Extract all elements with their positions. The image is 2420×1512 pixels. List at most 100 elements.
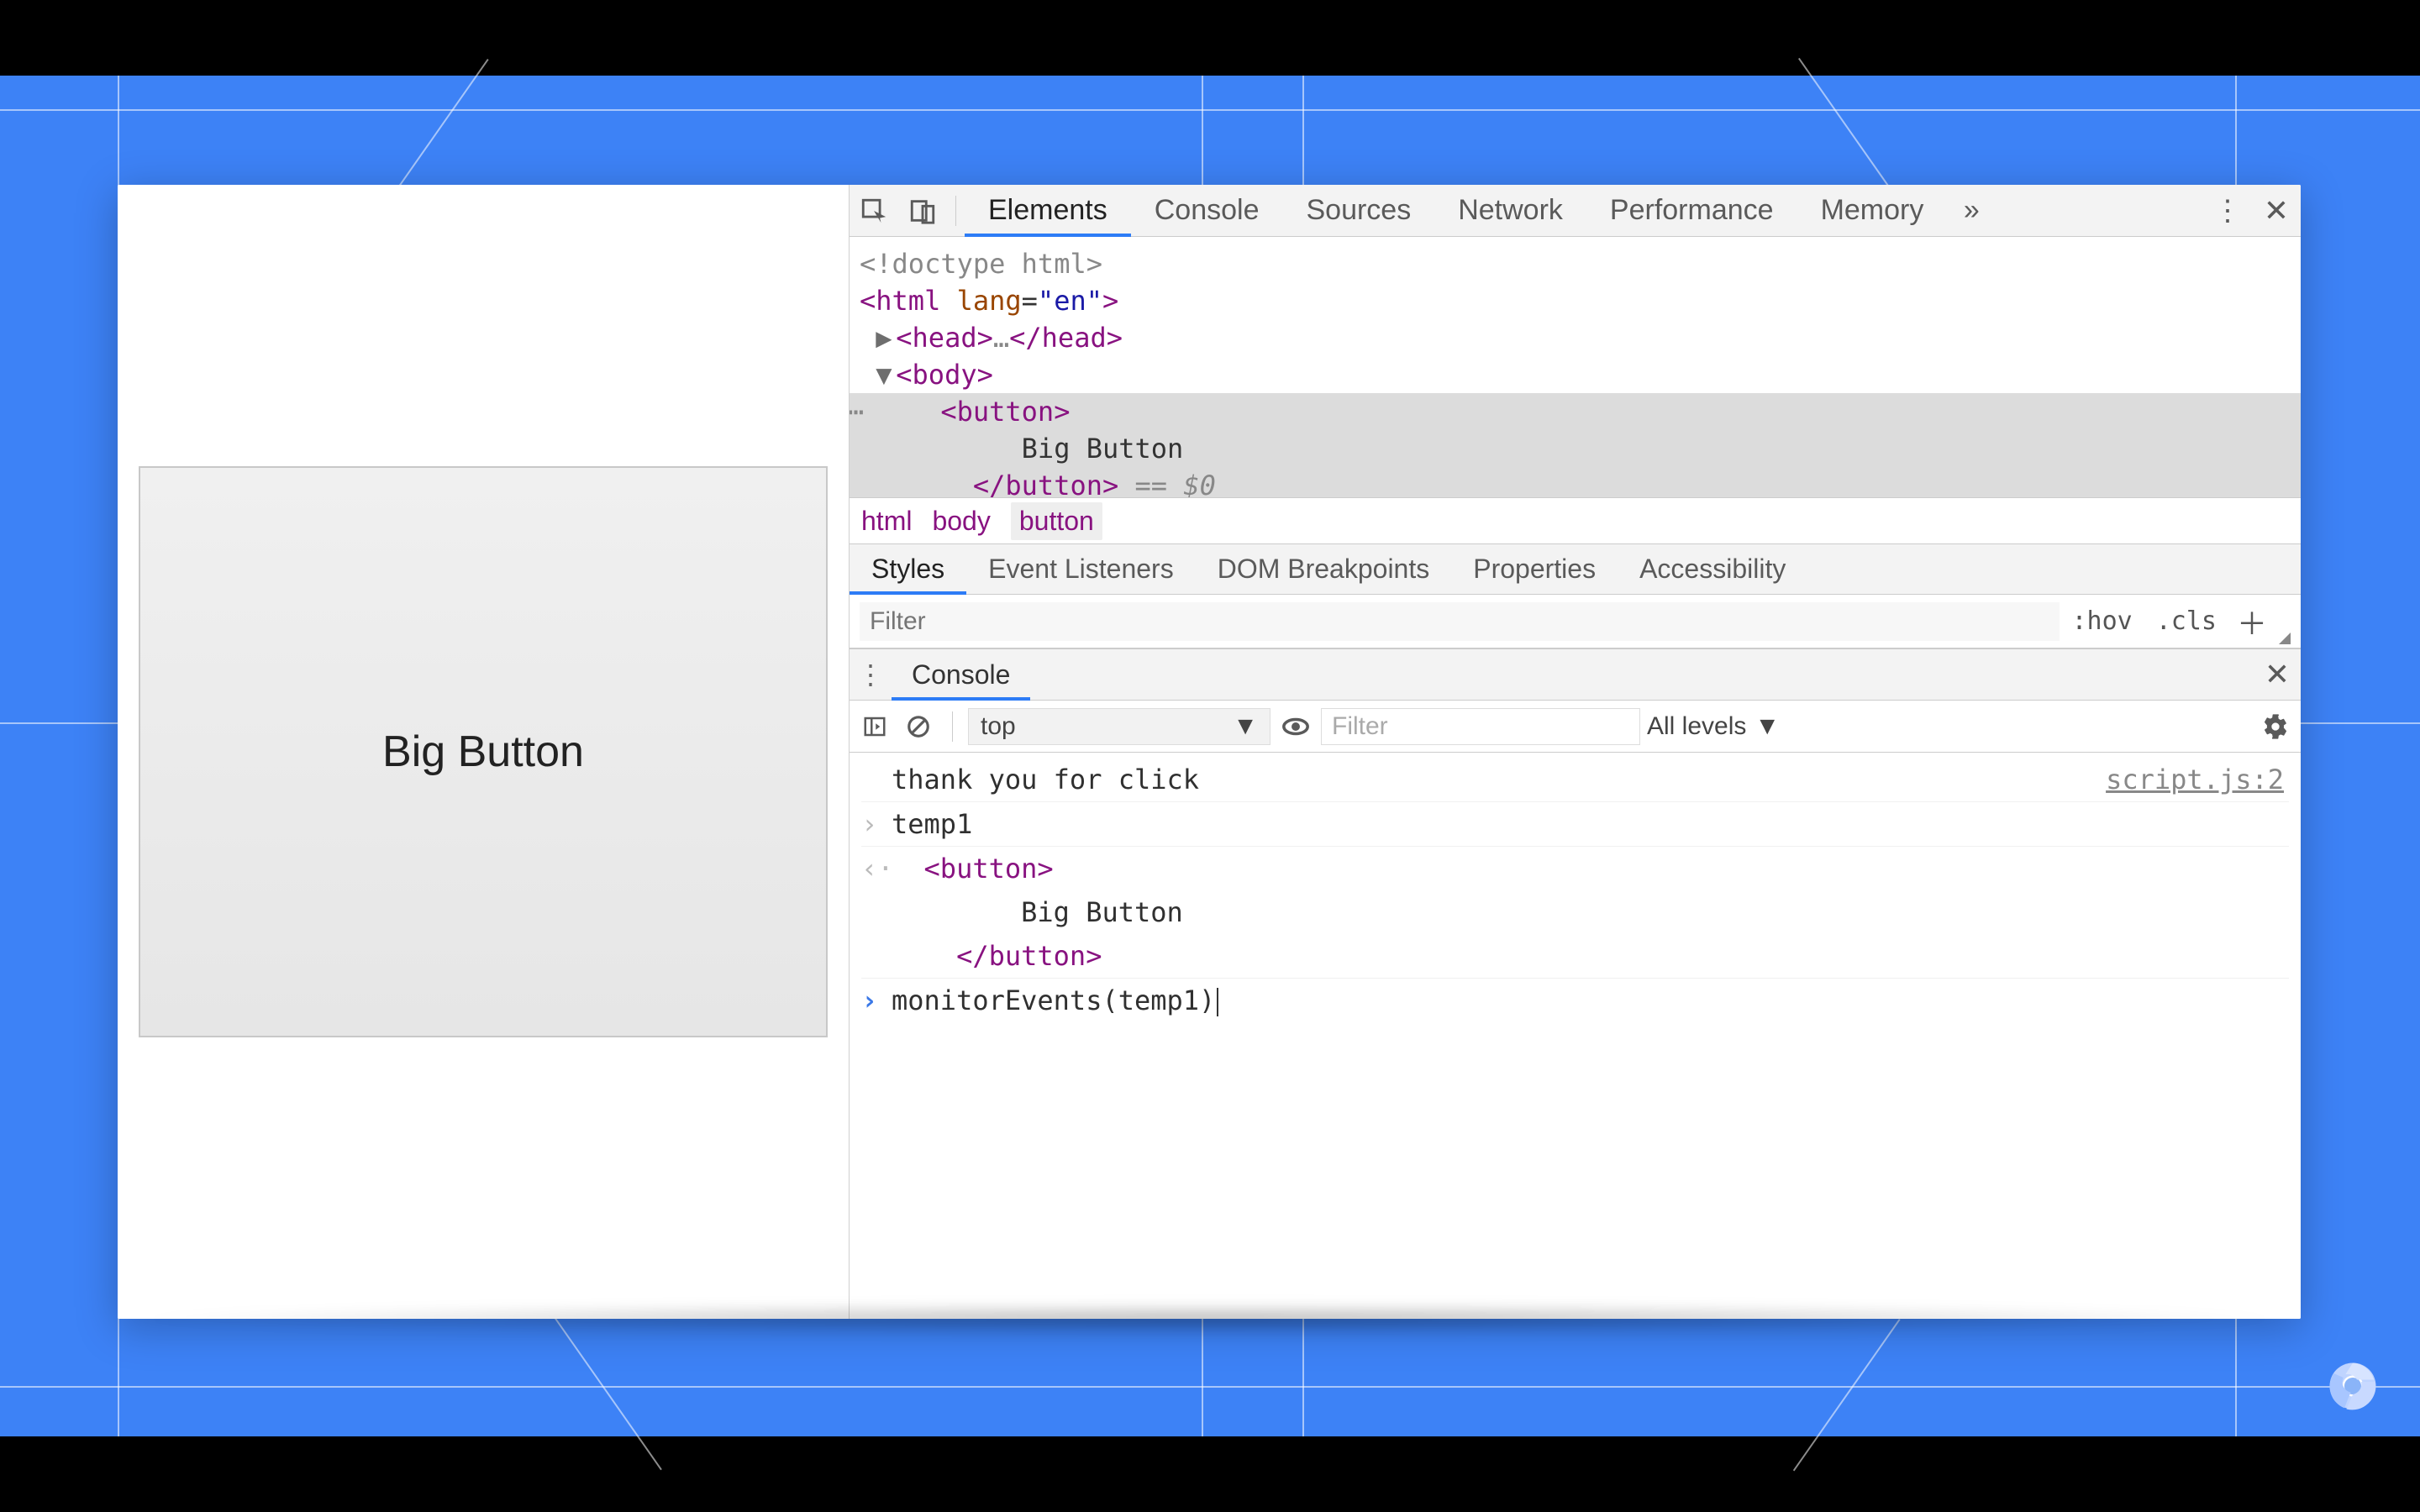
clear-console-icon[interactable] (900, 708, 937, 745)
context-selector[interactable]: top ▼ (968, 708, 1270, 745)
resize-handle-icon[interactable] (2279, 633, 2291, 644)
tab-network[interactable]: Network (1434, 185, 1586, 236)
tab-console-label: Console (1155, 194, 1260, 227)
big-button[interactable]: Big Button (139, 466, 828, 1037)
dom-button-text: Big Button (1022, 433, 1184, 465)
chevron-down-icon: ▼ (1754, 712, 1780, 741)
dom-line-head[interactable]: ▶<head>…</head> (860, 319, 2291, 356)
subtab-accessibility[interactable]: Accessibility (1618, 544, 1807, 594)
console-log-row: thank you for click script.js:2 (861, 758, 2289, 802)
dom-line-html[interactable]: <html lang="en"> (860, 282, 2291, 319)
deco-line (0, 1386, 2420, 1388)
subtab-properties[interactable]: Properties (1451, 544, 1618, 594)
crumb-body[interactable]: body (932, 506, 990, 537)
cls-toggle[interactable]: .cls (2144, 606, 2228, 636)
deco-line (1798, 58, 1896, 197)
console-filter-placeholder: Filter (1332, 712, 1388, 741)
tab-console[interactable]: Console (1131, 185, 1283, 236)
tab-memory[interactable]: Memory (1797, 185, 1948, 236)
deco-line (391, 59, 488, 197)
subtab-event-listeners-label: Event Listeners (988, 554, 1174, 585)
console-output-value: Big Button (892, 892, 2289, 932)
drawer-tab-console[interactable]: Console (892, 649, 1030, 700)
console-log-message: thank you for click (892, 759, 2106, 800)
subtab-dom-breakpoints-label: DOM Breakpoints (1218, 554, 1430, 585)
drawer-close-icon[interactable]: ✕ (2254, 657, 2301, 692)
tab-sources[interactable]: Sources (1282, 185, 1434, 236)
subtab-event-listeners[interactable]: Event Listeners (966, 544, 1196, 594)
subtab-properties-label: Properties (1473, 554, 1596, 585)
console-settings-icon[interactable] (2257, 708, 2294, 745)
console-source-link[interactable]: script.js:2 (2106, 759, 2289, 800)
close-devtools-icon[interactable]: ✕ (2257, 192, 2296, 230)
console-output-row: ‹· <button> (861, 847, 2289, 890)
console-output-row: </button> (861, 934, 2289, 979)
tab-sources-label: Sources (1306, 194, 1411, 227)
context-selector-value: top (981, 712, 1016, 741)
console-current-input[interactable]: monitorEvents(temp1) (892, 980, 2289, 1021)
log-levels-label: All levels (1647, 712, 1746, 741)
text-cursor (1217, 988, 1218, 1016)
tab-performance-label: Performance (1610, 194, 1774, 227)
tab-network-label: Network (1458, 194, 1563, 227)
panel-shadow (118, 1302, 2301, 1336)
more-tabs-icon[interactable]: » (1952, 192, 1991, 230)
separator (952, 711, 953, 742)
console-toolbar: top ▼ Filter All levels ▼ (850, 701, 2301, 753)
elements-subtabs: Styles Event Listeners DOM Breakpoints P… (850, 544, 2301, 595)
tab-performance[interactable]: Performance (1586, 185, 1797, 236)
subtab-dom-breakpoints[interactable]: DOM Breakpoints (1196, 544, 1452, 594)
kebab-menu-icon[interactable]: ⋮ (2208, 192, 2247, 230)
subtab-styles[interactable]: Styles (850, 544, 966, 594)
deco-line (555, 1318, 662, 1470)
console-output-value: </button> (892, 936, 2289, 976)
live-expression-icon[interactable] (1277, 708, 1314, 745)
console-output-row: Big Button (861, 890, 2289, 934)
window-panel: Big Button Elements Console Sources (118, 185, 2301, 1319)
crumb-html[interactable]: html (861, 506, 912, 537)
dom-line-body[interactable]: ▼<body> (860, 356, 2291, 393)
styles-filter-input[interactable] (860, 602, 2060, 641)
letterbox-frame: Big Button Elements Console Sources (0, 0, 2420, 1512)
tab-elements-label: Elements (988, 194, 1107, 227)
console-output-value: <button> (892, 848, 2289, 889)
chevron-down-icon: ▼ (1233, 712, 1258, 741)
separator (955, 196, 956, 226)
dom-tree[interactable]: <!doctype html> <html lang="en"> ▶<head>… (850, 237, 2301, 497)
console-current-input-row[interactable]: › monitorEvents(temp1) (861, 979, 2289, 1022)
console-prompt-icon: › (861, 804, 892, 844)
dom-selected-actions-icon[interactable]: ⋯ (850, 393, 864, 430)
log-levels-selector[interactable]: All levels ▼ (1647, 712, 1780, 741)
console-filter-input[interactable]: Filter (1321, 708, 1640, 745)
console-sidebar-toggle-icon[interactable] (856, 708, 893, 745)
subtab-styles-label: Styles (871, 554, 944, 585)
dom-breadcrumb: html body button (850, 497, 2301, 544)
devtools-panel: Elements Console Sources Network Perform… (849, 185, 2301, 1319)
deco-line (0, 109, 2420, 111)
console-return-icon: ‹· (861, 848, 892, 889)
tab-elements[interactable]: Elements (965, 185, 1131, 236)
drawer-kebab-icon[interactable]: ⋮ (850, 659, 892, 690)
deco-line (1793, 1319, 1901, 1471)
dom-selected-row[interactable]: ⋯ <button> Big Button </button> == $0 (850, 393, 2301, 497)
console-input-row: › temp1 (861, 802, 2289, 847)
big-button-label: Big Button (382, 727, 584, 777)
console-prompt-icon: › (861, 980, 892, 1021)
tab-memory-label: Memory (1821, 194, 1924, 227)
dom-line-doctype[interactable]: <!doctype html> (860, 245, 2291, 282)
new-style-rule-button[interactable]: ＋ (2228, 600, 2275, 643)
styles-filter-row: :hov .cls ＋ (850, 595, 2301, 648)
hov-toggle[interactable]: :hov (2060, 606, 2144, 636)
inspect-element-icon[interactable] (855, 192, 893, 230)
page-preview-pane: Big Button (118, 185, 849, 1319)
crumb-button[interactable]: button (1011, 502, 1102, 540)
dom-eq0: == $0 (1118, 470, 1216, 497)
devtools-tabbar: Elements Console Sources Network Perform… (850, 185, 2301, 237)
console-drawer-header: ⋮ Console ✕ (850, 648, 2301, 701)
slide-background: Big Button Elements Console Sources (0, 76, 2420, 1436)
console-output[interactable]: thank you for click script.js:2 › temp1 … (850, 753, 2301, 1319)
device-toggle-icon[interactable] (903, 192, 942, 230)
console-past-input: temp1 (892, 804, 2289, 844)
drawer-tab-console-label: Console (912, 659, 1010, 690)
chrome-logo-icon (2328, 1361, 2378, 1411)
